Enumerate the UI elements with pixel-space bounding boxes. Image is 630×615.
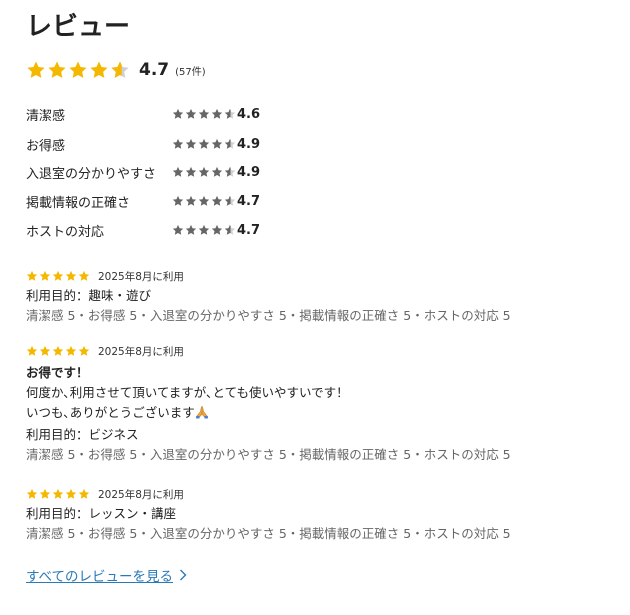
star-icon [198,195,210,206]
star-icon [39,345,51,356]
overall-rating: 4.7 (57件) [26,60,206,80]
praying-hands-icon [195,406,208,419]
chevron-right-icon [180,569,187,581]
star-icon [52,345,64,356]
review-date: 2025年8月に利用 [98,270,184,283]
category-label: 掲載情報の正確さ [26,195,131,211]
star-icon [65,270,77,281]
partial-star-icon [224,195,236,206]
category-rating-row: お得感 4.9 [26,134,260,154]
star-icon [26,270,38,281]
star-icon [78,270,90,281]
partial-star-icon [224,224,236,235]
category-rating-row: ホストの対応 4.7 [26,220,260,240]
review-purpose: 利用目的：レッスン・講座 [26,506,177,521]
category-stars [172,195,237,207]
star-icon [211,166,223,177]
review-stars [26,345,98,357]
star-icon [78,345,90,356]
partial-star-icon [224,108,236,119]
star-icon [48,61,66,78]
category-label: ホストの対応 [26,224,105,240]
star-icon [65,488,77,499]
star-icon [172,195,184,206]
category-stars [172,138,237,150]
see-all-reviews-link[interactable]: すべてのレビューを見る [26,565,187,585]
partial-star-icon [111,61,129,78]
star-icon [27,61,45,78]
see-all-label: すべてのレビューを見る [26,569,174,585]
review-purpose: 利用目的：趣味・遊び [26,288,152,303]
star-icon [69,61,87,78]
category-label: お得感 [26,138,66,154]
star-icon [172,108,184,119]
star-icon [198,224,210,235]
star-icon [26,488,38,499]
review-stars [26,488,98,500]
star-icon [52,270,64,281]
star-icon [185,224,197,235]
star-icon [39,488,51,499]
category-rating-row: 入退室の分かりやすさ 4.9 [26,162,260,182]
review-purpose: 利用目的：ビジネス [26,427,139,442]
star-icon [185,108,197,119]
review-date: 2025年8月に利用 [98,345,184,358]
reviews-section: レビュー 4.7 (57件) 清潔感 4.6 お得感 4.9 入退室の分かりやすさ 4.9… [0,0,630,615]
star-icon [198,138,210,149]
review-breakdown: 清潔感 5・お得感 5・入退室の分かりやすさ 5・掲載情報の正確さ 5・ホストの… [26,308,511,323]
star-icon [26,345,38,356]
star-icon [172,166,184,177]
review-body-line: 何度か､利用させて頂いてますが､とても使いやすいです！ [26,385,349,400]
review-item: 2025年8月に利用 利用目的：レッスン・講座 清潔感 5・お得感 5・入退室の… [26,486,606,544]
category-label: 入退室の分かりやすさ [26,166,157,182]
overall-stars [26,60,131,80]
review-title: お得です！ [26,365,89,380]
overall-score: 4.7 [139,60,170,80]
star-icon [211,138,223,149]
review-header: 2025年8月に利用 [26,343,606,359]
category-score: 4.7 [237,222,261,238]
category-rating-row: 清潔感 4.6 [26,104,260,124]
category-score: 4.7 [237,193,261,209]
category-label: 清潔感 [26,108,66,124]
review-stars [26,270,98,282]
star-icon [172,224,184,235]
category-score: 4.9 [237,136,261,152]
star-icon [90,61,108,78]
category-rating-row: 掲載情報の正確さ 4.7 [26,191,260,211]
star-icon [39,270,51,281]
category-score: 4.9 [237,164,261,180]
star-icon [198,166,210,177]
star-icon [172,138,184,149]
partial-star-icon [224,138,236,149]
star-icon [211,108,223,119]
review-header: 2025年8月に利用 [26,268,606,284]
review-item: 2025年8月に利用 利用目的：趣味・遊び 清潔感 5・お得感 5・入退室の分か… [26,268,606,326]
review-body-line: いつも､ありがとうございます [26,403,606,423]
category-stars [172,166,237,178]
partial-star-icon [224,166,236,177]
star-icon [211,195,223,206]
section-title: レビュー [26,12,131,42]
review-count: (57件) [175,66,206,78]
review-breakdown: 清潔感 5・お得感 5・入退室の分かりやすさ 5・掲載情報の正確さ 5・ホストの… [26,526,511,541]
star-icon [185,195,197,206]
category-stars [172,224,237,236]
star-icon [65,345,77,356]
star-icon [52,488,64,499]
review-body-text: いつも､ありがとうございます [26,405,195,420]
star-icon [198,108,210,119]
category-stars [172,108,237,120]
review-item: 2025年8月に利用 お得です！ 何度か､利用させて頂いてますが､とても使いやす… [26,343,606,465]
review-breakdown: 清潔感 5・お得感 5・入退室の分かりやすさ 5・掲載情報の正確さ 5・ホストの… [26,447,511,462]
star-icon [78,488,90,499]
category-score: 4.6 [237,106,261,122]
review-header: 2025年8月に利用 [26,486,606,502]
review-date: 2025年8月に利用 [98,488,184,501]
star-icon [211,224,223,235]
star-icon [185,166,197,177]
star-icon [185,138,197,149]
